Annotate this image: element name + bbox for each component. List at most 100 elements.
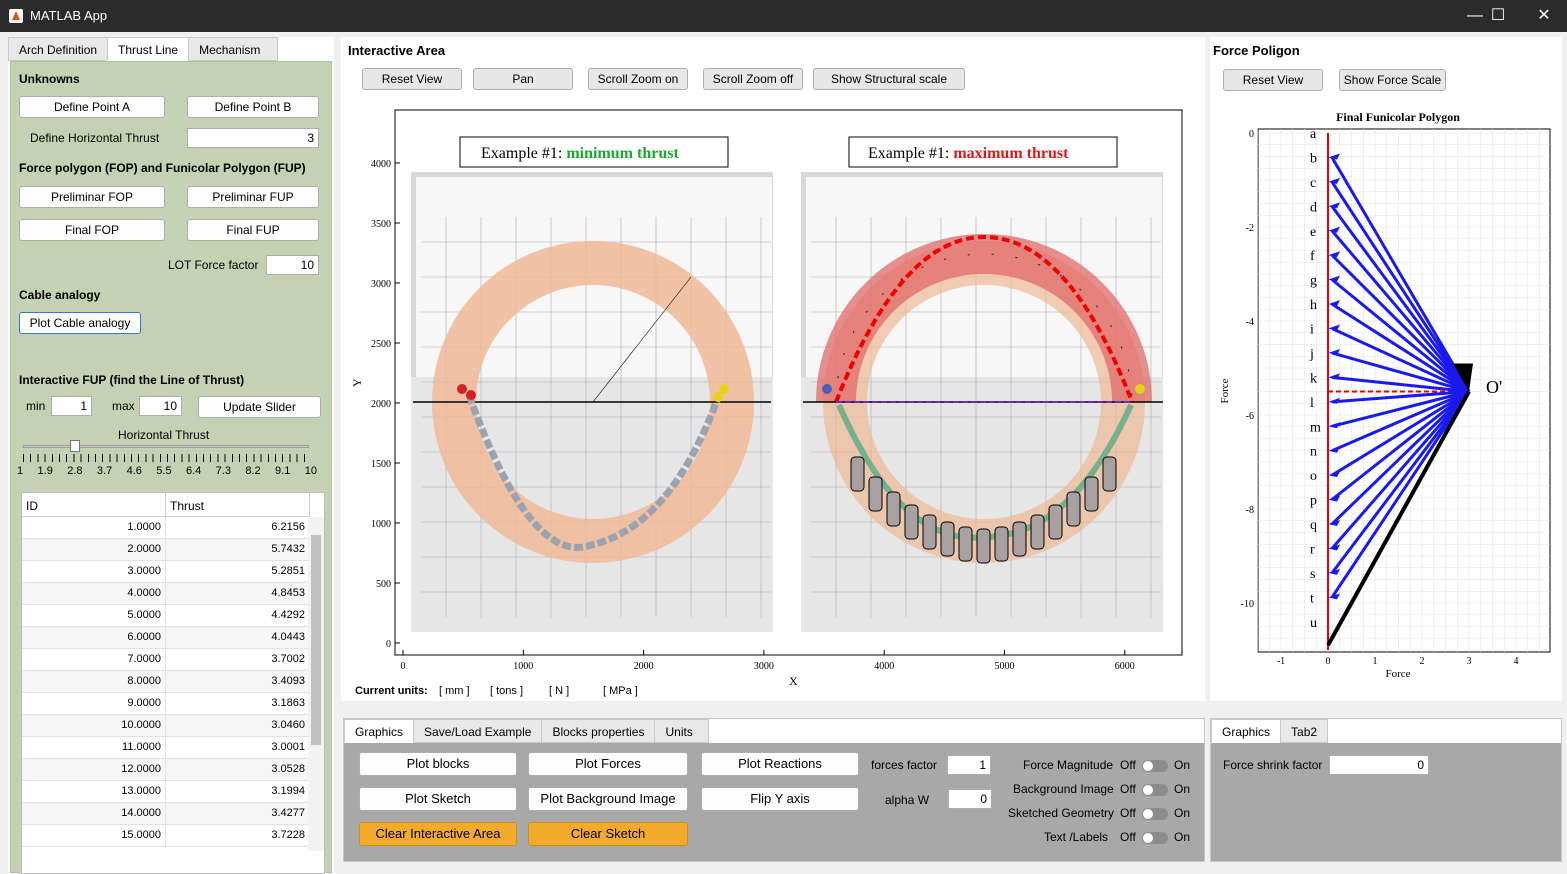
thrust-cell[interactable]: 3.4277 (166, 803, 310, 824)
thrust-cell[interactable]: 3.0528 (166, 759, 310, 780)
slider-thumb[interactable] (69, 440, 80, 452)
thrust-cell[interactable]: 3.0460 (166, 715, 310, 736)
final-fup-button[interactable]: Final FUP (187, 219, 319, 241)
alpha-w-input[interactable]: 0 (948, 789, 992, 809)
id-column-header[interactable]: ID (22, 493, 166, 516)
id-cell[interactable]: 9.0000 (22, 693, 166, 714)
lot-force-factor-input[interactable]: 10 (266, 255, 319, 275)
id-cell[interactable]: 3.0000 (22, 561, 166, 582)
pan-button[interactable]: Pan (473, 68, 573, 90)
table-scrollbar[interactable] (308, 517, 324, 851)
clear-interactive-area-button[interactable]: Clear Interactive Area (359, 822, 517, 846)
toggle-switch[interactable] (1142, 808, 1168, 820)
define-point-b-button[interactable]: Define Point B (187, 96, 319, 118)
force-reset-view-button[interactable]: Reset View (1223, 69, 1323, 91)
thrust-cell[interactable]: 5.2851 (166, 561, 310, 582)
example-2-prefix: Example #1: (868, 145, 949, 162)
id-cell[interactable]: 4.0000 (22, 583, 166, 604)
clear-sketch-button[interactable]: Clear Sketch (528, 822, 688, 846)
toggle-switch[interactable] (1142, 832, 1168, 844)
scroll-zoom-off-button[interactable]: Scroll Zoom off (703, 68, 803, 90)
maximize-button[interactable]: ☐ (1475, 0, 1521, 32)
tab-tab2[interactable]: Tab2 (1280, 719, 1329, 743)
tab-graphics[interactable]: Graphics (344, 719, 415, 743)
plot-sketch-button[interactable]: Plot Sketch (359, 787, 517, 811)
plot-cable-analogy-button[interactable]: Plot Cable analogy (19, 312, 141, 334)
table-row[interactable]: 7.0000 3.7002 (22, 649, 310, 671)
id-cell[interactable]: 12.0000 (22, 759, 166, 780)
thrust-cell[interactable]: 4.8453 (166, 583, 310, 604)
force-polygon-axes[interactable]: Final Funicolar Polygon 0-2-4-6-8-10-1 0 1… (1210, 101, 1562, 701)
show-force-scale-button[interactable]: Show Force Scale (1339, 69, 1446, 91)
id-cell[interactable]: 5.0000 (22, 605, 166, 626)
toggle-switch[interactable] (1142, 760, 1168, 772)
define-point-a-button[interactable]: Define Point A (19, 96, 165, 118)
table-row[interactable]: 14.0000 3.4277 (22, 803, 310, 825)
forces-factor-input[interactable]: 1 (947, 755, 991, 775)
thrust-cell[interactable]: 3.1994 (166, 781, 310, 802)
final-fop-button[interactable]: Final FOP (19, 219, 165, 241)
scrollbar-thumb[interactable] (311, 535, 321, 745)
tab-arch-definition[interactable]: Arch Definition (8, 37, 109, 61)
id-cell[interactable]: 15.0000 (22, 825, 166, 846)
thrust-column-header[interactable]: Thrust (166, 493, 310, 516)
id-cell[interactable]: 8.0000 (22, 671, 166, 692)
preliminar-fup-button[interactable]: Preliminar FUP (187, 186, 319, 208)
interactive-axes[interactable]: Example #1: minimum thrust Example #1: m… (341, 97, 1205, 717)
min-input[interactable]: 1 (51, 396, 92, 416)
table-row[interactable]: 12.0000 3.0528 (22, 759, 310, 781)
table-row[interactable]: 9.0000 3.1863 (22, 693, 310, 715)
flip-y-axis-button[interactable]: Flip Y axis (701, 787, 859, 811)
thrust-cell[interactable]: 3.7228 (166, 825, 310, 846)
tab-blocks-properties[interactable]: Blocks properties (541, 719, 656, 743)
id-cell[interactable]: 10.0000 (22, 715, 166, 736)
tab-save-load[interactable]: Save/Load Example (413, 719, 543, 743)
plot-forces-button[interactable]: Plot Forces (528, 752, 688, 776)
show-structural-scale-button[interactable]: Show Structural scale (813, 68, 965, 90)
id-cell[interactable]: 11.0000 (22, 737, 166, 758)
table-row[interactable]: 15.0000 3.7228 (22, 825, 310, 847)
id-cell[interactable]: 14.0000 (22, 803, 166, 824)
tab-units[interactable]: Units (654, 719, 710, 743)
table-row[interactable]: 11.0000 3.0001 (22, 737, 310, 759)
table-row[interactable]: 3.0000 5.2851 (22, 561, 310, 583)
horizontal-thrust-input[interactable]: 3 (187, 128, 319, 148)
update-slider-button[interactable]: Update Slider (198, 396, 321, 418)
force-shrink-input[interactable]: 0 (1329, 755, 1429, 775)
table-row[interactable]: 8.0000 3.4093 (22, 671, 310, 693)
table-row[interactable]: 5.0000 4.4292 (22, 605, 310, 627)
table-row[interactable]: 2.0000 5.7432 (22, 539, 310, 561)
table-row[interactable]: 1.0000 6.2156 (22, 517, 310, 539)
thrust-cell[interactable]: 5.7432 (166, 539, 310, 560)
plot-reactions-button[interactable]: Plot Reactions (701, 752, 859, 776)
table-row[interactable]: 13.0000 3.1994 (22, 781, 310, 803)
table-row[interactable]: 10.0000 3.0460 (22, 715, 310, 737)
reset-view-button[interactable]: Reset View (362, 68, 462, 90)
scroll-zoom-on-button[interactable]: Scroll Zoom on (588, 68, 688, 90)
tab-thrust-line[interactable]: Thrust Line (107, 37, 190, 61)
force-letter: a (1310, 127, 1317, 142)
toggle-switch[interactable] (1142, 784, 1168, 796)
thrust-cell[interactable]: 3.4093 (166, 671, 310, 692)
thrust-cell[interactable]: 4.0443 (166, 627, 310, 648)
tab-mechanism[interactable]: Mechanism (188, 37, 279, 61)
tab-graphics-2[interactable]: Graphics (1211, 719, 1282, 743)
id-cell[interactable]: 2.0000 (22, 539, 166, 560)
thrust-cell[interactable]: 3.7002 (166, 649, 310, 670)
thrust-cell[interactable]: 3.0001 (166, 737, 310, 758)
max-input[interactable]: 10 (139, 396, 182, 416)
id-cell[interactable]: 7.0000 (22, 649, 166, 670)
id-cell[interactable]: 1.0000 (22, 517, 166, 538)
plot-background-image-button[interactable]: Plot Background Image (528, 787, 688, 811)
id-cell[interactable]: 6.0000 (22, 627, 166, 648)
thrust-cell[interactable]: 3.1863 (166, 693, 310, 714)
preliminar-fop-button[interactable]: Preliminar FOP (19, 186, 165, 208)
table-row[interactable]: 4.0000 4.8453 (22, 583, 310, 605)
close-button[interactable]: ✕ (1521, 0, 1567, 32)
thrust-cell[interactable]: 6.2156 (166, 517, 310, 538)
thrust-cell[interactable]: 4.4292 (166, 605, 310, 626)
thrust-table[interactable]: ID Thrust 1.0000 6.2156 2.0000 5.7432 3.0000… (21, 492, 325, 874)
table-row[interactable]: 6.0000 4.0443 (22, 627, 310, 649)
plot-blocks-button[interactable]: Plot blocks (359, 752, 517, 776)
id-cell[interactable]: 13.0000 (22, 781, 166, 802)
